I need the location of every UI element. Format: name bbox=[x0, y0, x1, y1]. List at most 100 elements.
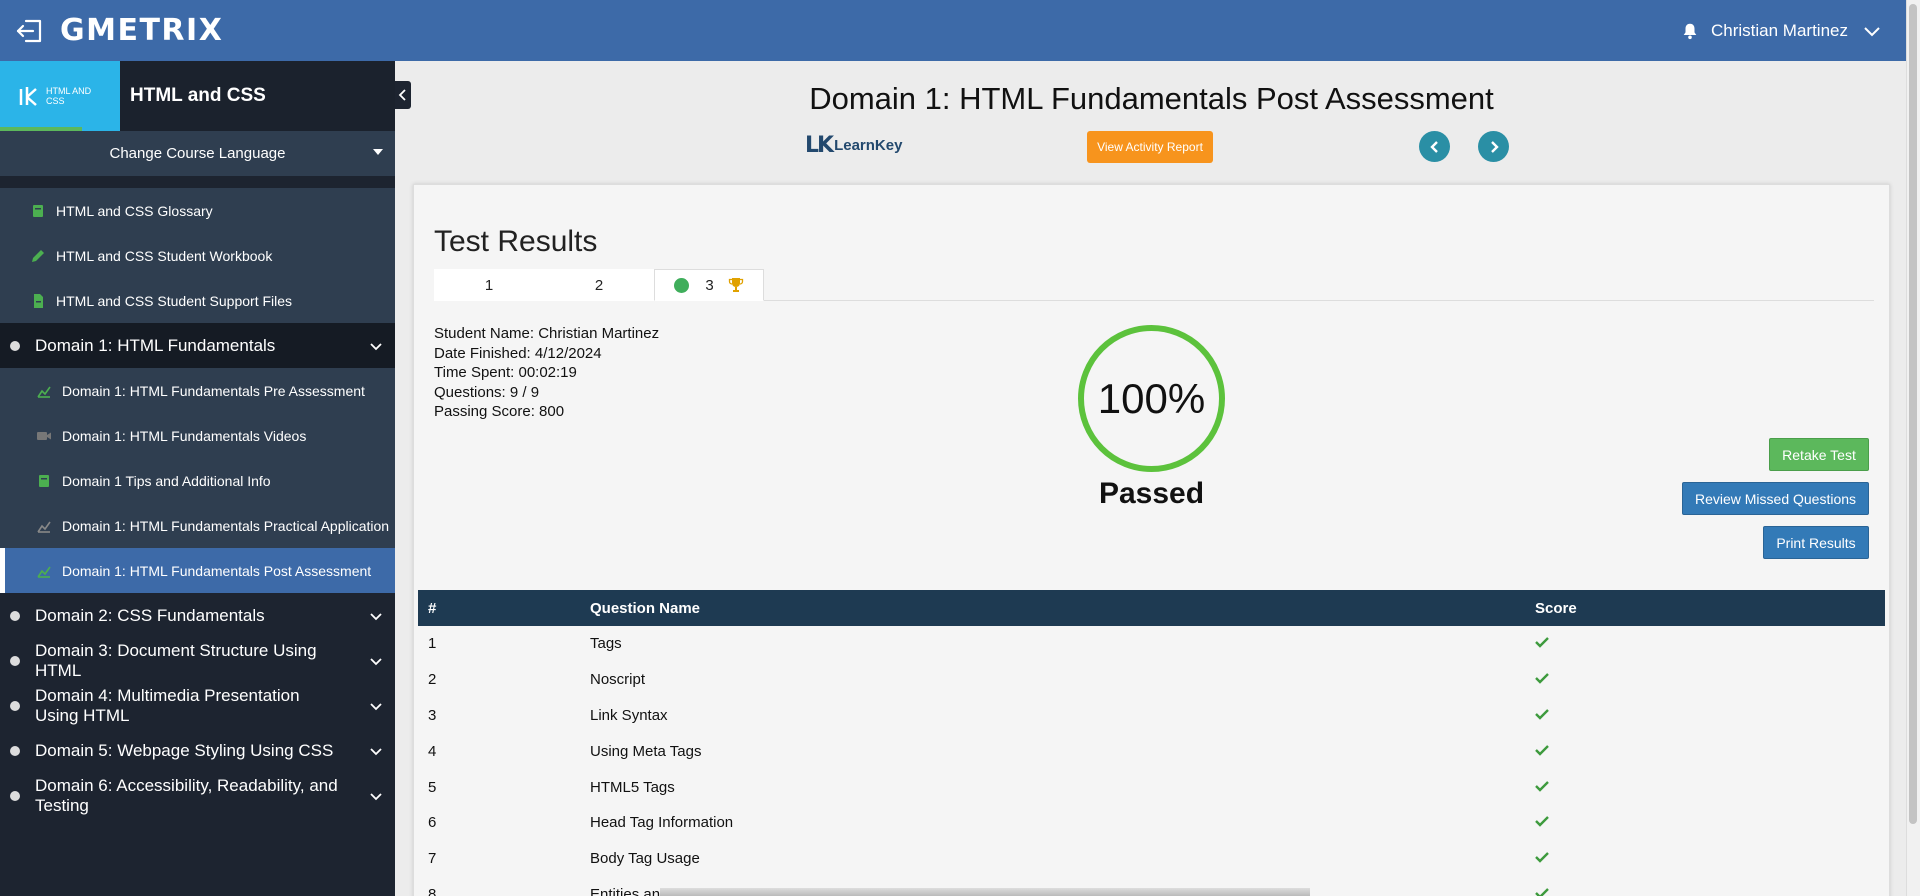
user-name[interactable]: Christian Martinez bbox=[1711, 21, 1848, 41]
status-dot bbox=[10, 700, 20, 711]
column-header-question-name: Question Name bbox=[580, 590, 1525, 626]
print-results-button[interactable]: Print Results bbox=[1763, 526, 1869, 559]
check-icon bbox=[1535, 852, 1549, 863]
sidebar-item-videos[interactable]: Domain 1: HTML Fundamentals Videos bbox=[0, 413, 395, 458]
chevron-down-icon bbox=[370, 747, 382, 755]
question-name: Noscript bbox=[590, 671, 646, 689]
main-content: Domain 1: HTML Fundamentals Post Assessm… bbox=[411, 61, 1892, 896]
retake-test-button[interactable]: Retake Test bbox=[1769, 438, 1869, 471]
sidebar-item-label: Domain 1: HTML Fundamentals Videos bbox=[62, 427, 307, 444]
score-percent: 100% bbox=[1097, 374, 1206, 422]
sidebar-item-label: HTML and CSS Student Support Files bbox=[56, 292, 293, 309]
status-dot bbox=[10, 790, 20, 801]
table-header-row: # Question Name Score bbox=[418, 590, 1885, 626]
sidebar-item-practical-application[interactable]: Domain 1: HTML Fundamentals Practical Ap… bbox=[0, 503, 395, 548]
score-cell bbox=[1525, 733, 1885, 769]
sidebar-item-support-files[interactable]: HTML and CSS Student Support Files bbox=[0, 278, 395, 323]
score-cell bbox=[1525, 805, 1885, 841]
tab-attempt-2[interactable]: 2 bbox=[544, 269, 654, 301]
trophy-icon bbox=[728, 278, 743, 292]
chevron-down-icon bbox=[370, 342, 382, 350]
next-button[interactable] bbox=[1478, 131, 1509, 162]
chart-icon bbox=[37, 521, 51, 533]
sidebar-item-tips[interactable]: Domain 1 Tips and Additional Info bbox=[0, 458, 395, 503]
domain-label: Domain 6: Accessibility, Readability, an… bbox=[35, 775, 338, 815]
tab-attempt-1[interactable]: 1 bbox=[434, 269, 544, 301]
domain-label: Domain 1: HTML Fundamentals bbox=[35, 335, 276, 355]
tab-label: 1 bbox=[484, 276, 494, 294]
table-row: 5 HTML5 Tags bbox=[418, 769, 1885, 805]
check-icon bbox=[1535, 816, 1549, 828]
sidebar-item-workbook[interactable]: HTML and CSS Student Workbook bbox=[0, 233, 395, 278]
scrollbar-thumb[interactable] bbox=[1909, 4, 1917, 824]
check-icon bbox=[1535, 673, 1549, 684]
sidebar-item-label: Domain 1: HTML Fundamentals Post Assessm… bbox=[62, 562, 372, 579]
question-name: Using Meta Tags bbox=[590, 742, 702, 760]
domain-label: Domain 3: Document Structure Using HTML bbox=[35, 640, 317, 680]
sidebar-item-glossary[interactable]: HTML and CSS Glossary bbox=[0, 188, 395, 233]
pencil-icon bbox=[32, 249, 44, 262]
sidebar-item-label: Domain 1 Tips and Additional Info bbox=[62, 472, 271, 489]
table-row: 1 Tags bbox=[418, 626, 1885, 662]
results-panel: Test Results 1 2 3 Student Name: Christi… bbox=[413, 184, 1890, 896]
question-name: Head Tag Information bbox=[590, 814, 734, 832]
sidebar-domain-2[interactable]: Domain 2: CSS Fundamentals bbox=[0, 593, 395, 638]
table-row: 6 Head Tag Information bbox=[418, 805, 1885, 841]
exit-icon[interactable] bbox=[14, 15, 46, 47]
tab-attempt-3[interactable]: 3 bbox=[654, 269, 764, 301]
sidebar-item-label: Domain 1: HTML Fundamentals Practical Ap… bbox=[62, 517, 390, 534]
page-scrollbar[interactable] bbox=[1906, 0, 1920, 896]
passing-score: Passing Score: 800 bbox=[434, 403, 565, 420]
row-number: 3 bbox=[428, 706, 437, 724]
bell-icon[interactable] bbox=[1681, 22, 1699, 40]
sidebar-domain-6[interactable]: Domain 6: Accessibility, Readability, an… bbox=[0, 773, 395, 818]
chevron-down-icon[interactable] bbox=[1862, 21, 1882, 41]
previous-button[interactable] bbox=[1419, 131, 1450, 162]
row-number: 8 bbox=[428, 885, 437, 896]
sidebar-domain-3[interactable]: Domain 3: Document Structure Using HTML bbox=[0, 638, 395, 683]
sidebar-collapse-button[interactable] bbox=[395, 81, 411, 109]
check-icon bbox=[1535, 744, 1549, 756]
row-number: 4 bbox=[428, 742, 437, 760]
course-logo-icon bbox=[19, 87, 37, 106]
check-icon bbox=[1535, 709, 1549, 720]
sidebar-item-post-assessment[interactable]: Domain 1: HTML Fundamentals Post Assessm… bbox=[0, 548, 395, 593]
user-menu[interactable]: Christian Martinez bbox=[1681, 0, 1882, 61]
question-name: HTML5 Tags bbox=[590, 778, 675, 796]
sidebar-item-pre-assessment[interactable]: Domain 1: HTML Fundamentals Pre Assessme… bbox=[0, 368, 395, 413]
result-details: Student Name: Christian Martinez Date Fi… bbox=[434, 324, 659, 422]
row-number: 2 bbox=[428, 671, 437, 689]
status-dot bbox=[10, 610, 20, 621]
column-header-number: # bbox=[418, 590, 580, 626]
status-dot bbox=[10, 745, 20, 756]
row-number: 5 bbox=[428, 778, 437, 796]
review-missed-questions-button[interactable]: Review Missed Questions bbox=[1682, 482, 1869, 515]
question-name: Tags bbox=[590, 635, 622, 653]
row-number: 1 bbox=[428, 635, 437, 653]
course-badge: HTML AND CSS bbox=[0, 61, 120, 131]
learnkey-mark: LK bbox=[805, 133, 834, 158]
view-activity-report-button[interactable]: View Activity Report bbox=[1087, 131, 1213, 163]
sidebar-domain-5[interactable]: Domain 5: Webpage Styling Using CSS bbox=[0, 728, 395, 773]
course-title: HTML and CSS bbox=[130, 85, 266, 106]
status-dot bbox=[10, 655, 20, 666]
table-row: 2 Noscript bbox=[418, 662, 1885, 698]
gmetrix-logo[interactable]: GMETRIX bbox=[60, 13, 223, 48]
language-label: Change Course Language bbox=[109, 145, 286, 162]
sidebar-item-label: Domain 1: HTML Fundamentals Pre Assessme… bbox=[62, 382, 365, 399]
sidebar-domain-1[interactable]: Domain 1: HTML Fundamentals bbox=[0, 323, 395, 368]
domain-label: Domain 4: Multimedia Presentation Using … bbox=[35, 685, 300, 725]
question-name: Link Syntax bbox=[590, 706, 668, 724]
questions-table: # Question Name Score 1 Tags 2 Noscript 3 L… bbox=[418, 590, 1885, 896]
chevron-left-icon bbox=[1429, 140, 1438, 153]
book-icon bbox=[33, 204, 43, 217]
tab-label: 2 bbox=[594, 276, 604, 294]
attempt-tabs: 1 2 3 bbox=[434, 269, 1874, 301]
chevron-down-icon bbox=[370, 612, 382, 620]
score-ring: 100% bbox=[1078, 325, 1225, 472]
score-cell bbox=[1525, 769, 1885, 805]
learnkey-logo: LK LearnKey bbox=[805, 133, 902, 158]
file-icon bbox=[34, 293, 43, 308]
sidebar-domain-4[interactable]: Domain 4: Multimedia Presentation Using … bbox=[0, 683, 395, 728]
change-language-dropdown[interactable]: Change Course Language bbox=[0, 131, 395, 176]
